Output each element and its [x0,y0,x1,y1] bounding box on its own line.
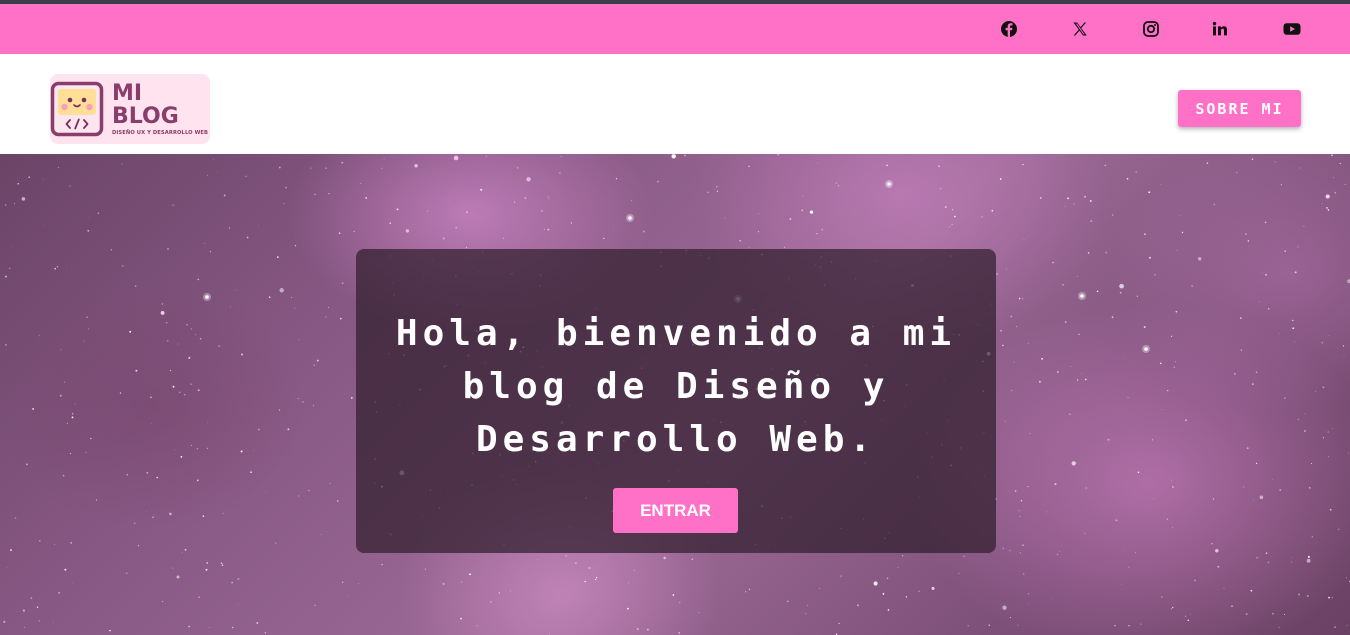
instagram-icon[interactable] [1141,19,1161,39]
social-bar [0,4,1350,54]
hero-section: Hola, bienvenido a mi blog de Diseño y D… [0,154,1350,635]
logo-tagline: DISEÑO UX Y DESARROLLO WEB [112,130,209,136]
logo[interactable]: MI BLOG DISEÑO UX Y DESARROLLO WEB [50,74,210,144]
facebook-icon[interactable] [999,19,1019,39]
entrar-button[interactable]: ENTRAR [613,488,738,533]
linkedin-icon[interactable] [1210,19,1230,39]
hero-card: Hola, bienvenido a mi blog de Diseño y D… [356,249,996,553]
x-icon[interactable] [1070,19,1090,39]
logo-title-line1: MI [112,81,143,106]
youtube-icon[interactable] [1282,19,1302,39]
monitor-icon [50,81,104,137]
hero-title: Hola, bienvenido a mi blog de Diseño y D… [395,313,957,460]
logo-title-line2: BLOG [112,104,179,129]
navbar: MI BLOG DISEÑO UX Y DESARROLLO WEB SOBRE… [0,54,1350,154]
sobre-mi-button[interactable]: SOBRE MI [1178,90,1301,127]
